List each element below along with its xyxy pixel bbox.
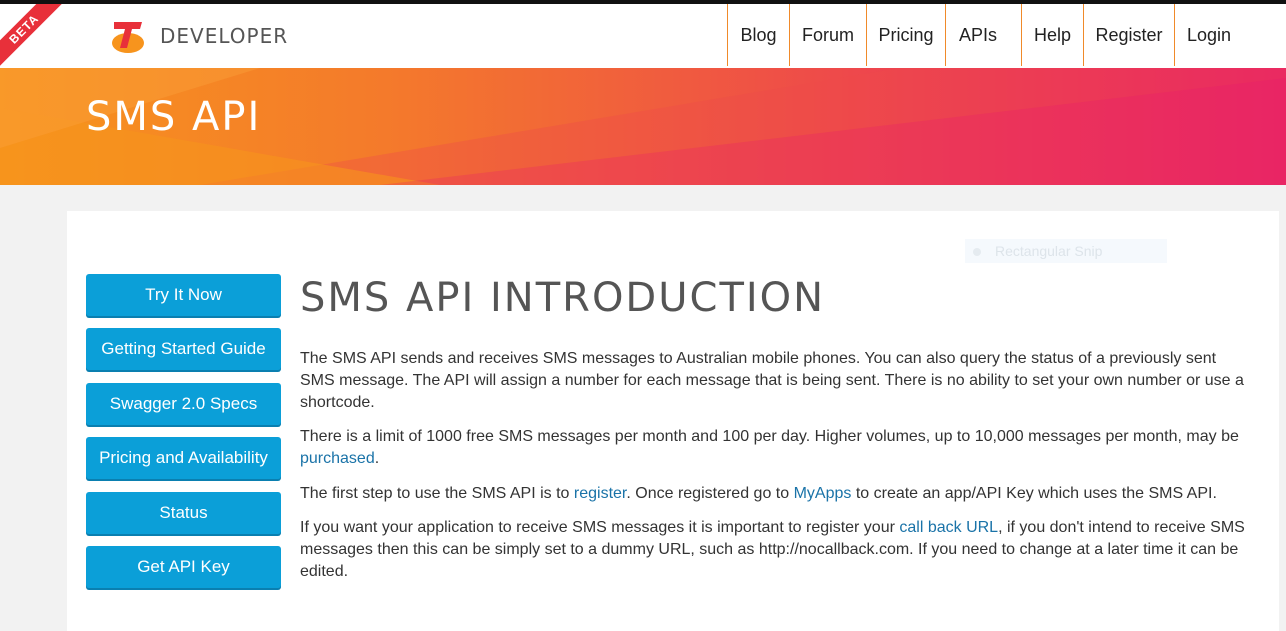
main-nav: Blog Forum Pricing APIs Help Register Lo… bbox=[727, 4, 1243, 66]
callback-url-link[interactable]: call back URL bbox=[899, 519, 998, 536]
status-button[interactable]: Status bbox=[86, 492, 281, 534]
brand-text[interactable]: DEVELOPER bbox=[160, 24, 288, 48]
first-step-text-a: The first step to use the SMS API is to bbox=[300, 485, 574, 502]
site-header: BETA DEVELOPER Blog Forum Pricing APIs H… bbox=[0, 4, 1286, 68]
getting-started-guide-button[interactable]: Getting Started Guide bbox=[86, 328, 281, 370]
intro-paragraph: The SMS API sends and receives SMS messa… bbox=[300, 350, 1244, 411]
pricing-availability-button[interactable]: Pricing and Availability bbox=[86, 437, 281, 479]
purchased-link[interactable]: purchased bbox=[300, 450, 375, 467]
snip-overlay: Rectangular Snip bbox=[965, 239, 1167, 263]
page-title: SMS API INTRODUCTION bbox=[300, 275, 826, 321]
limit-text: There is a limit of 1000 free SMS messag… bbox=[300, 428, 1239, 445]
callback-text-a: If you want your application to receive … bbox=[300, 519, 900, 536]
nav-help[interactable]: Help bbox=[1021, 4, 1083, 66]
first-step-text-b: . Once registered go to bbox=[626, 485, 794, 502]
register-link[interactable]: register bbox=[574, 485, 626, 502]
nav-blog[interactable]: Blog bbox=[727, 4, 789, 66]
swagger-specs-button[interactable]: Swagger 2.0 Specs bbox=[86, 383, 281, 425]
try-it-now-button[interactable]: Try It Now bbox=[86, 274, 281, 316]
nav-apis[interactable]: APIs bbox=[945, 4, 1021, 66]
first-step-paragraph: The first step to use the SMS API is to … bbox=[300, 483, 1250, 505]
nav-login[interactable]: Login bbox=[1174, 4, 1243, 66]
nav-register[interactable]: Register bbox=[1083, 4, 1174, 66]
nav-forum[interactable]: Forum bbox=[789, 4, 866, 66]
content-card: Rectangular Snip Try It Now Getting Star… bbox=[67, 211, 1279, 631]
nav-pricing[interactable]: Pricing bbox=[866, 4, 945, 66]
telstra-logo-icon[interactable] bbox=[108, 16, 148, 56]
limit-paragraph: There is a limit of 1000 free SMS messag… bbox=[300, 426, 1250, 470]
callback-paragraph: If you want your application to receive … bbox=[300, 517, 1250, 583]
first-step-text-c: to create an app/API Key which uses the … bbox=[851, 485, 1217, 502]
radio-icon bbox=[973, 248, 981, 256]
hero-title: SMS API bbox=[86, 94, 262, 140]
hero-banner: SMS API bbox=[0, 68, 1286, 185]
get-api-key-button[interactable]: Get API Key bbox=[86, 546, 281, 588]
snip-label: Rectangular Snip bbox=[995, 243, 1103, 259]
beta-ribbon: BETA bbox=[0, 4, 66, 68]
limit-end: . bbox=[374, 450, 380, 467]
myapps-link[interactable]: MyApps bbox=[794, 485, 852, 502]
